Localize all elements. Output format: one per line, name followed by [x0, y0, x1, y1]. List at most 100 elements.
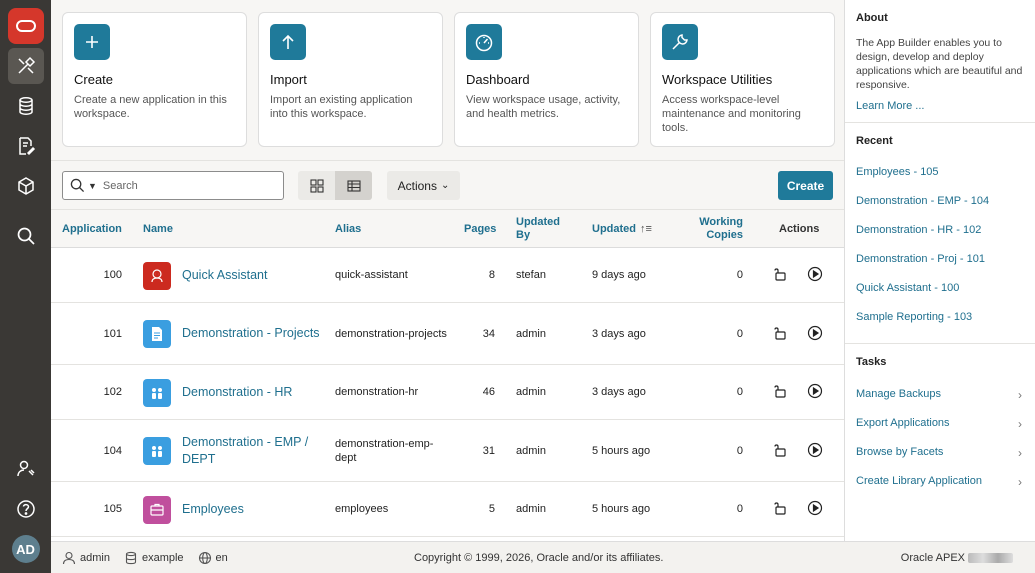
dashboard-card[interactable]: Dashboard View workspace usage, activity… [454, 12, 639, 147]
col-application[interactable]: Application [62, 210, 122, 248]
oracle-logo[interactable] [7, 8, 44, 44]
updated-by: stefan [516, 269, 546, 281]
task-item[interactable]: Create Library Application › [856, 475, 1024, 504]
app-builder-nav-button[interactable] [7, 48, 44, 84]
left-navigation: AD [0, 0, 51, 573]
report-view-button[interactable] [335, 171, 372, 200]
application-name-link[interactable]: Demonstration - EMP / DEPT [182, 420, 322, 481]
applications-report: Application Name Alias Pages Updated By … [51, 209, 844, 541]
application-pages: 8 [488, 269, 495, 281]
help-nav-button[interactable] [8, 491, 44, 527]
application-name-link[interactable]: Employees [182, 482, 322, 536]
application-id[interactable]: 100 [62, 248, 122, 302]
application-name-link[interactable]: Demonstration - HR [182, 365, 322, 419]
assistant-icon [143, 261, 171, 290]
copyright: Copyright © 1999, 2026, Oracle and/or it… [414, 551, 664, 564]
about-title: About [856, 12, 888, 24]
card-title: Dashboard [466, 72, 530, 87]
application-name-link[interactable]: Demonstration - Projects [182, 303, 322, 364]
task-item[interactable]: Browse by Facets › [856, 446, 1024, 475]
search-input[interactable]: ▼ Search [62, 171, 284, 200]
card-description: Access workspace-level maintenance and m… [662, 94, 801, 134]
application-id[interactable]: 101 [62, 303, 122, 364]
application-pages: 34 [482, 327, 495, 340]
card-description: View workspace usage, activity, and heal… [466, 94, 621, 120]
avatar[interactable]: AD [11, 535, 40, 563]
run-application-icon[interactable] [807, 325, 825, 343]
search-placeholder: Search [102, 179, 138, 192]
unlock-icon[interactable] [772, 266, 790, 284]
task-item[interactable]: Manage Backups › [856, 388, 1024, 417]
table-body: 100 Quick Assistant quick-assistant 8 st… [51, 248, 844, 537]
col-updated[interactable]: Updated ↑≡ [592, 210, 652, 248]
table-row[interactable]: 104 Demonstration - EMP / DEPT demonstra… [51, 420, 844, 482]
unlock-icon[interactable] [772, 442, 790, 460]
working-copies: 0 [736, 327, 743, 340]
run-application-icon[interactable] [807, 500, 825, 518]
application-id[interactable]: 102 [62, 365, 122, 419]
table-header: Application Name Alias Pages Updated By … [51, 210, 844, 248]
recent-item[interactable]: Employees - 105 [856, 165, 1024, 194]
document-edit-icon [18, 137, 35, 156]
unlock-icon[interactable] [772, 500, 790, 518]
upload-icon-box [270, 24, 306, 60]
col-working-copies[interactable]: Working Copies [691, 210, 743, 248]
task-item[interactable]: Export Applications › [856, 417, 1024, 446]
right-sidebar: About The App Builder enables you to des… [844, 0, 1035, 541]
learn-more-link[interactable]: Learn More ... [856, 100, 1024, 112]
footer-language[interactable]: en [198, 551, 228, 565]
col-updated-by[interactable]: Updated By [516, 210, 576, 248]
updated-by: admin [516, 444, 546, 457]
unlock-icon[interactable] [772, 325, 790, 343]
search-nav-button[interactable] [8, 218, 44, 254]
run-application-icon[interactable] [807, 442, 825, 460]
updated-by: admin [516, 327, 546, 340]
administration-nav-button[interactable] [8, 451, 44, 487]
import-card[interactable]: Import Import an existing application in… [258, 12, 443, 147]
icon-view-button[interactable] [298, 171, 335, 200]
application-alias: employees [335, 503, 389, 515]
col-pages[interactable]: Pages [464, 210, 496, 248]
table-row[interactable]: 105 Employees employees 5 admin 5 hours … [51, 482, 844, 537]
application-id[interactable]: 104 [62, 420, 122, 481]
col-alias[interactable]: Alias [335, 210, 361, 248]
unlock-icon[interactable] [772, 383, 790, 401]
version-label: Oracle APEX [900, 551, 965, 564]
action-cards: Create Create a new application in this … [62, 12, 835, 147]
table-row[interactable]: 101 Demonstration - Projects demonstrati… [51, 303, 844, 365]
actions-menu-button[interactable]: Actions ⌄ [387, 171, 460, 200]
run-application-icon[interactable] [807, 383, 825, 401]
workspace-utilities-card[interactable]: Workspace Utilities Access workspace-lev… [650, 12, 835, 147]
grid-icon [309, 178, 324, 193]
gallery-nav-button[interactable] [8, 168, 44, 204]
recent-item[interactable]: Demonstration - HR - 102 [856, 223, 1024, 252]
wrench-icon [672, 34, 688, 50]
recent-item[interactable]: Sample Reporting - 103 [856, 310, 1024, 339]
team-development-nav-button[interactable] [8, 128, 44, 164]
card-description: Create a new application in this workspa… [74, 94, 227, 120]
application-id[interactable]: 105 [62, 482, 122, 536]
actions-label: Actions [397, 178, 437, 193]
footer-user[interactable]: admin [62, 551, 110, 565]
recent-item[interactable]: Demonstration - EMP - 104 [856, 194, 1024, 223]
updated-time: 3 days ago [592, 327, 646, 340]
view-toggle [298, 171, 372, 200]
working-copies: 0 [736, 269, 743, 281]
table-row[interactable]: 100 Quick Assistant quick-assistant 8 st… [51, 248, 844, 303]
sql-workshop-nav-button[interactable] [8, 88, 44, 124]
create-button[interactable]: Create [778, 171, 833, 200]
application-name-link[interactable]: Quick Assistant [182, 248, 322, 302]
about-region: About The App Builder enables you to des… [845, 0, 1035, 123]
chevron-down-icon: ⌄ [440, 180, 450, 191]
chevron-down-icon[interactable]: ▼ [88, 181, 97, 191]
recent-item[interactable]: Demonstration - Proj - 101 [856, 252, 1024, 281]
footer-schema[interactable]: example [124, 551, 184, 565]
run-application-icon[interactable] [807, 266, 825, 284]
create-card[interactable]: Create Create a new application in this … [62, 12, 247, 147]
updated-by: admin [516, 503, 546, 515]
recent-item[interactable]: Quick Assistant - 100 [856, 281, 1024, 310]
table-row[interactable]: 102 Demonstration - HR demonstration-hr … [51, 365, 844, 420]
working-copies: 0 [736, 386, 743, 398]
recent-title: Recent [856, 135, 893, 147]
col-name[interactable]: Name [143, 210, 173, 248]
